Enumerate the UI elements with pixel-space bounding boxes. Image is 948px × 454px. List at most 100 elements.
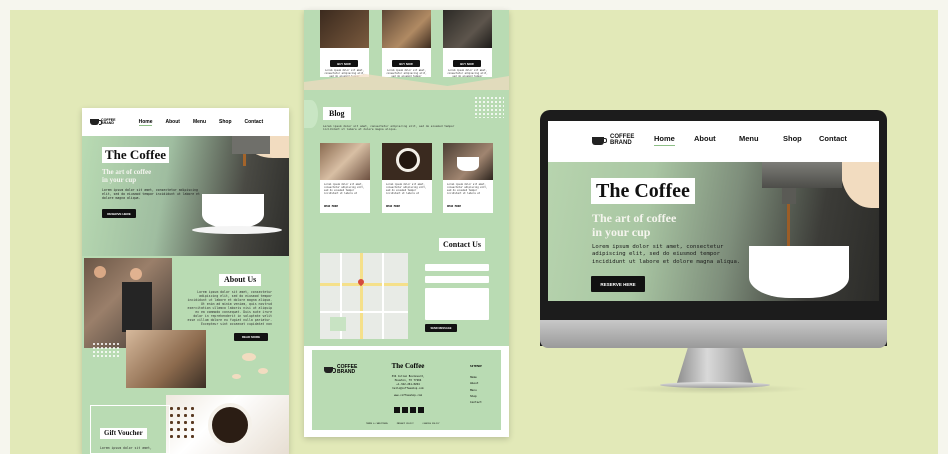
peach-shape-2 [258,368,268,374]
blog-card-1[interactable]: Lorem ipsum dolor sit amet, consectetur … [320,143,370,213]
footer-address: 334 Cullen Boulevard, Houston, TX 77204 … [376,375,440,398]
blog-read-more-2[interactable]: READ MORE [386,205,400,208]
monitor-espresso-machine [762,162,842,188]
shop-caption-2: Lorem ipsum dolor sit amet, consectetur … [386,69,427,77]
buy-now-button-1[interactable]: BUY NOW [330,60,358,67]
monitor-navbar: COFFEE BRAND Home About Menu Shop Contac… [548,121,879,162]
monitor-hero-title: The Coffee [591,178,695,204]
monitor-nav-shop[interactable]: Shop [783,134,802,143]
navbar: COFFEE BRAND Home About Menu Shop Contac… [82,108,289,136]
hero-section: The Coffee The art of coffee in your cup… [82,136,289,256]
shop-caption-3: Lorem ipsum dolor sit amet, consectetur … [447,69,488,77]
send-message-button[interactable]: SEND MESSAGE [425,324,457,332]
buy-now-button-2[interactable]: BUY NOW [392,60,420,67]
about-title: About Us [219,274,262,286]
about-photo-pour [126,330,206,388]
coffee-stream [243,154,246,166]
social-icons [394,407,424,413]
map-park [330,317,346,331]
footer-site[interactable]: www.coffeeshop.com [376,394,440,398]
contact-map[interactable] [320,253,408,339]
nav-contact[interactable]: Contact [245,119,264,125]
blog-read-more-1[interactable]: READ MORE [324,205,338,208]
monitor-nav-contact[interactable]: Contact [819,134,847,143]
barista-head-2 [130,268,142,280]
hero-title: The Coffee [102,147,170,163]
voucher-photo [166,395,289,454]
monitor-logo[interactable]: COFFEE BRAND [592,134,634,146]
map-road-5 [382,253,384,339]
monitor-subtitle-line1: The art of coffee [592,211,677,225]
nav-home[interactable]: Home [138,119,153,126]
footer-title: The Coffee [391,362,425,370]
nav-menu[interactable]: Menu [193,119,206,125]
monitor-coffee-cup [749,246,849,298]
buy-now-button-3[interactable]: BUY NOW [453,60,481,67]
blog-card-2[interactable]: Lorem ipsum dolor sit amet, consectetur … [382,143,432,213]
pinterest-icon[interactable] [418,407,424,413]
blog-photo-2 [382,143,432,180]
coffee-top-view [208,403,252,447]
shop-photo-bag [382,10,431,48]
monitor-cup-icon [592,136,607,145]
hero-subtitle-line2: in your cup [102,176,137,184]
hero-subtitle-line1: The art of coffee [102,168,152,176]
monitor-brand-line2: BRAND [610,139,632,146]
shop-card-2: BUY NOW Lorem ipsum dolor sit amet, cons… [382,10,431,77]
footer-email[interactable]: hello@coffeeshop.com [376,387,440,391]
nav-about[interactable]: About [165,119,179,125]
blog-card-text-2: Lorem ipsum dolor sit amet, consectetur … [386,183,427,195]
facebook-icon[interactable] [402,407,408,413]
footer-cup-icon [324,366,336,373]
footer-brand-line2: BRAND [337,368,356,375]
footer: COFFEE BRAND The Coffee 334 Cullen Boule… [304,346,509,437]
contact-message-field[interactable] [425,288,489,320]
blog-read-more-3[interactable]: READ MORE [447,205,461,208]
blog-card-3[interactable]: Lorem ipsum dolor sit amet, consectetur … [443,143,493,213]
map-road-1 [320,283,408,286]
shop-card-1: BUY NOW Lorem ipsum dolor sit amet, cons… [320,10,369,77]
monitor-stand-neck [676,348,754,386]
privacy-link[interactable]: PRIVACY POLICY [397,423,414,425]
contact-name-field[interactable] [425,264,489,271]
monitor-screen: COFFEE BRAND Home About Menu Shop Contac… [548,121,879,301]
shop-card-3: BUY NOW Lorem ipsum dolor sit amet, cons… [443,10,492,77]
about-read-more-button[interactable]: READ MORE [234,333,268,341]
monitor-nav-home[interactable]: Home [654,134,675,146]
monitor-reserve-button[interactable]: RESERVE HERE [591,276,645,292]
barista-head-1 [94,266,106,278]
instagram-icon[interactable] [394,407,400,413]
reserve-button[interactable]: RESERVE HERE [102,209,136,218]
monitor-nav-about[interactable]: About [694,134,716,143]
coffee-cup-icon [90,119,102,125]
monitor-peach-blob [841,162,879,208]
blog-card-text-3: Lorem ipsum dolor sit amet, consectetur … [447,183,488,195]
shop-photo-brewer [443,10,492,48]
hero-body: Lorem ipsum dolor sit amet, consectetur … [102,188,200,200]
monitor-hero-body: Lorem ipsum dolor sit amet, consectetur … [592,244,741,265]
peach-shape-3 [232,374,241,379]
footer-sitemap-title: SITEMAP [470,364,482,368]
mockup-homepage: COFFEE BRAND Home About Menu Shop Contac… [82,108,289,454]
blog-photo-3 [443,143,493,180]
brand-logo[interactable]: COFFEE BRAND [90,118,116,126]
monitor-frame: COFFEE BRAND Home About Menu Shop Contac… [540,110,887,346]
voucher-title: Gift Voucher [100,428,147,439]
shop-photo-beans [320,10,369,48]
cookies-link[interactable]: COOKIES POLICY [423,423,440,425]
latte-cup [457,157,479,171]
monitor-nav-menu[interactable]: Menu [739,134,759,143]
dot-pattern [92,342,120,358]
footer-link-contact[interactable]: Contact [470,399,482,405]
terms-link[interactable]: TERMS & CONDITIONS [366,423,388,425]
nav-shop[interactable]: Shop [219,119,232,125]
contact-email-field[interactable] [425,276,489,283]
monitor-hero-subtitle: The art of coffee in your cup [592,211,676,239]
peach-shape-1 [242,353,256,361]
footer-logo[interactable]: COFFEE BRAND [324,365,357,375]
monitor-chin [540,320,887,348]
map-road-3 [320,311,408,313]
blog-photo-1 [320,143,370,180]
voucher-body: Lorem ipsum dolor sit amet, [100,446,152,450]
twitter-icon[interactable] [410,407,416,413]
